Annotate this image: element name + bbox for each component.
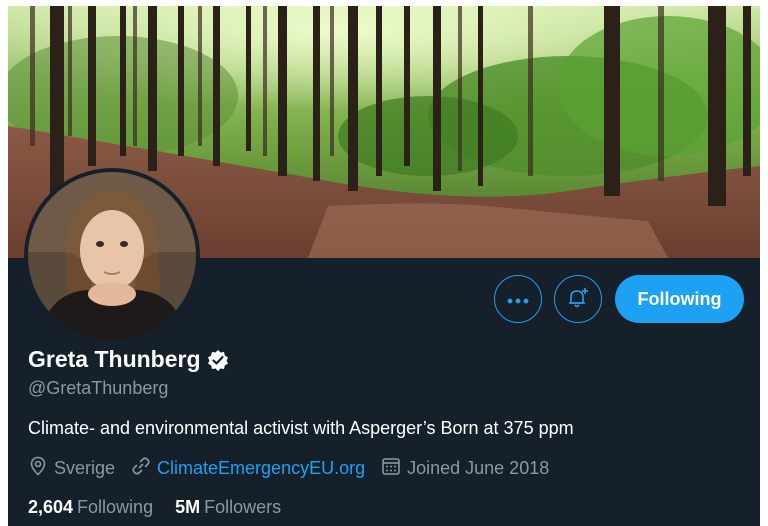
following-count: 2,604 (28, 497, 74, 517)
following-label: Following (77, 497, 154, 517)
joined-date: Joined June 2018 (407, 458, 550, 478)
location-item: Sverige (28, 456, 115, 481)
display-name: Greta Thunberg (28, 346, 201, 372)
calendar-icon (381, 456, 407, 481)
notifications-button[interactable] (554, 275, 602, 323)
followers-count-link[interactable]: 5M Followers (175, 497, 281, 518)
followers-count: 5M (175, 497, 201, 517)
joined-item: Joined June 2018 (381, 456, 549, 481)
user-handle: @GretaThunberg (28, 378, 169, 398)
profile-meta: Sverige ClimateEmergencyEU.org Joined Ju… (28, 456, 565, 481)
following-button[interactable]: Following (615, 275, 744, 323)
verified-badge-icon (207, 349, 229, 371)
profile-stats: 2,604 Following 5M Followers (28, 497, 303, 518)
link-icon (131, 456, 157, 481)
name-row: Greta Thunberg (28, 346, 229, 373)
profile-card: Following Greta Thunberg @GretaThunberg … (8, 6, 760, 526)
profile-avatar[interactable] (24, 168, 200, 344)
more-dots-icon (507, 292, 529, 307)
more-options-button[interactable] (494, 275, 542, 323)
profile-bio: Climate- and environmental activist with… (28, 418, 574, 438)
location-text: Sverige (54, 458, 116, 478)
website-link[interactable]: ClimateEmergencyEU.org (157, 458, 365, 479)
location-pin-icon (28, 456, 54, 481)
following-count-link[interactable]: 2,604 Following (28, 497, 153, 518)
followers-label: Followers (204, 497, 282, 517)
bell-plus-icon (566, 286, 590, 313)
website-item: ClimateEmergencyEU.org (131, 456, 365, 481)
